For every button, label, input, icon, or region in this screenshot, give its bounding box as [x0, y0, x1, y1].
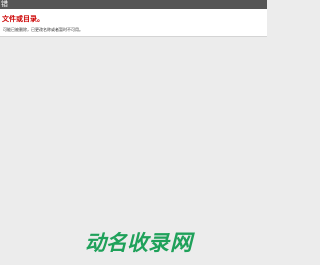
error-panel: 文件或目录。 可能已被删除，已更改名称或者暂时不可用。	[0, 9, 267, 37]
watermark-brand-cjk: 动名收录	[85, 231, 169, 255]
error-heading: 文件或目录。	[2, 15, 44, 23]
error-description: 可能已被删除，已更改名称或者暂时不可用。	[3, 27, 83, 32]
watermark-logo: 动名收录 网	[85, 231, 192, 256]
window-title: 错	[1, 0, 8, 8]
watermark-brand-latin: 网	[170, 231, 192, 256]
window-title-bar: 错	[0, 0, 267, 9]
